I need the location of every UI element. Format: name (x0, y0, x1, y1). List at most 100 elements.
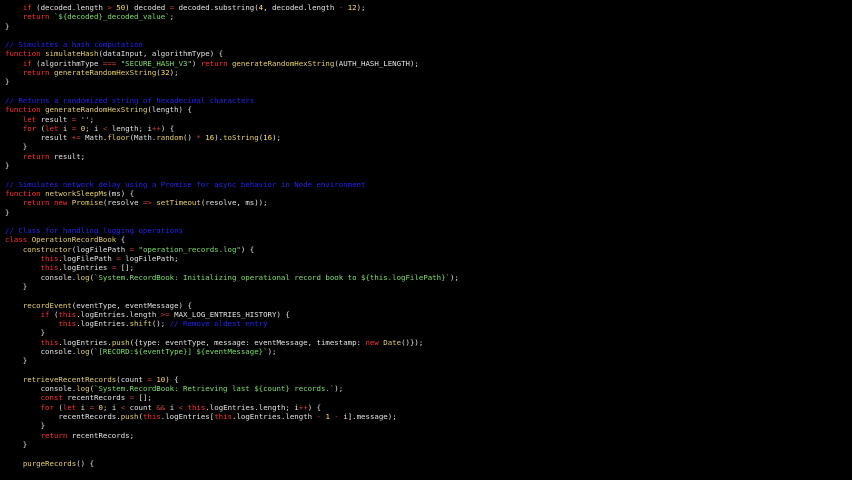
code-text: (dataInput, algorithmType) { (98, 49, 224, 59)
code-text: (count (116, 374, 148, 384)
code-text: logFilePath; (120, 254, 179, 264)
code-text: recentRecords. (5, 412, 121, 422)
identifier-token: recordEvent (22, 300, 72, 310)
code-text: i].message); (338, 412, 397, 422)
code-line: function generateRandomHexString(length)… (5, 105, 459, 114)
comment-token: // Returns a randomized string of hexade… (5, 95, 255, 105)
code-text: console. (5, 384, 77, 394)
code-line: console.log(`[RECORD:${eventType}] ${eve… (5, 347, 459, 356)
code-text: ); (267, 346, 277, 356)
code-text: , decoded.length (263, 3, 339, 12)
code-editor[interactable]: if (decoded.length > 50) decoded = decod… (0, 0, 852, 480)
keyword-token: if (5, 3, 32, 12)
code-line: return recentRecords; (5, 431, 459, 440)
keyword-token: new (365, 337, 379, 347)
keyword-token: let (5, 114, 37, 124)
code-line: // Returns a randomized string of hexade… (5, 96, 459, 105)
keyword-token: function (5, 49, 41, 59)
identifier-token: networkSleepMs (45, 188, 108, 198)
code-text: ; (89, 114, 95, 124)
keyword-token: for (5, 402, 54, 412)
code-line: } (5, 356, 459, 365)
identifier-token: setTimeout (156, 198, 201, 208)
code-text: .logEntries.length (232, 412, 317, 422)
code-line: recordEvent(eventType, eventMessage) { (5, 301, 459, 310)
identifier-token: generateRandomHexString (53, 68, 157, 78)
code-line: this.logEntries = []; (5, 263, 459, 272)
code-text: []; (134, 393, 152, 403)
keyword-token: this (214, 412, 232, 422)
code-text: ); (272, 133, 281, 143)
code-text: { (116, 235, 126, 245)
keyword-token: let (45, 123, 59, 133)
code-text: (algorithmType (31, 58, 103, 68)
code-text: Math. (80, 133, 108, 143)
string-token: `System.RecordBook: Initializing operati… (94, 272, 450, 282)
code-text: i (165, 402, 179, 412)
identifier-token: log (76, 346, 90, 356)
code-text: .logEntries (58, 263, 112, 273)
code-text: ; i (102, 402, 121, 412)
code-line: } (5, 440, 459, 449)
code-text: } (5, 421, 46, 431)
keyword-token: return (200, 58, 228, 68)
keyword-token: return (5, 68, 50, 78)
code-line: // Simulates network delay using a Promi… (5, 180, 459, 189)
code-text: i (58, 123, 72, 133)
string-token: "SECURE_HASH_V3" (120, 58, 192, 68)
code-listing[interactable]: if (decoded.length > 50) decoded = decod… (5, 3, 459, 468)
code-text: () (183, 133, 197, 143)
identifier-token: OperationRecordBook (31, 235, 117, 245)
identifier-token: constructor (22, 244, 72, 254)
string-token: '' (80, 114, 90, 124)
identifier-token: generateRandomHexString (231, 58, 335, 68)
code-line: return new Promise(resolve => setTimeout… (5, 198, 459, 207)
code-text: ). (214, 133, 224, 143)
code-text: (); (151, 319, 170, 329)
code-line: } (5, 208, 459, 217)
code-line: } (5, 142, 459, 151)
keyword-token: for (5, 123, 37, 133)
code-text: } (5, 77, 10, 87)
number-token: 50 (116, 3, 126, 12)
identifier-token: Date (383, 337, 402, 347)
identifier-token: Promise (71, 198, 103, 208)
keyword-token: this (187, 402, 206, 412)
code-line: this.logFilePath = logFilePath; (5, 254, 459, 263)
keyword-token: this (5, 263, 59, 273)
identifier-token: retrieveRecentRecords (22, 374, 117, 384)
number-token: 16 (205, 133, 215, 143)
code-line: function simulateHash(dataInput, algorit… (5, 49, 459, 58)
code-text: ) { (240, 244, 255, 254)
number-token: 12 (347, 3, 357, 12)
code-text: ( (36, 123, 46, 133)
identifier-token: shift (129, 319, 152, 329)
keyword-token: if (5, 58, 32, 68)
code-text: recentRecords (62, 393, 130, 403)
code-text: ) (191, 58, 201, 68)
operator-token: && (156, 402, 166, 412)
code-text: (eventType, eventMessage) { (71, 300, 192, 310)
code-line: return result; (5, 152, 459, 161)
keyword-token: this (5, 254, 59, 264)
code-text: result; (49, 151, 86, 161)
code-text: i (76, 402, 90, 412)
number-token: 10 (156, 374, 166, 384)
code-line: recentRecords.push(this.logEntries[this.… (5, 412, 459, 421)
code-text: count (125, 402, 157, 412)
keyword-token: return (5, 198, 50, 208)
operator-token: === (102, 58, 117, 68)
code-text: ; (169, 12, 175, 22)
code-text: } (5, 21, 10, 31)
code-text: ( (53, 402, 63, 412)
keyword-token: class (5, 235, 28, 245)
code-text: ) { (165, 374, 179, 384)
string-token: `${decoded}_decoded_value` (53, 12, 170, 22)
